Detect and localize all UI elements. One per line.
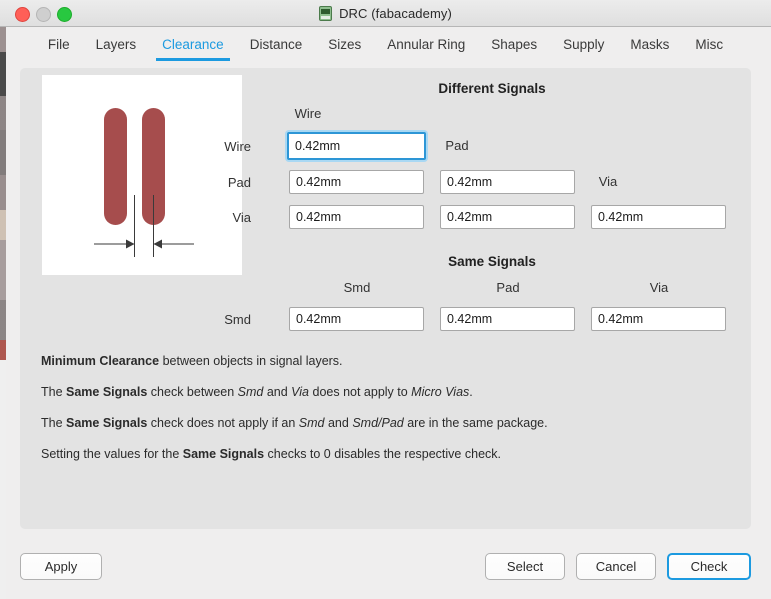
same-col-header-via: Via xyxy=(649,280,669,295)
same-row-label-smd: Smd xyxy=(224,312,251,327)
description-line-1: Minimum Clearance between objects in sig… xyxy=(41,354,343,368)
tab-bar: File Layers Clearance Distance Sizes Annular … xyxy=(0,27,771,68)
cancel-button[interactable]: Cancel xyxy=(576,553,656,580)
tab-distance[interactable]: Distance xyxy=(237,27,316,64)
tab-supply[interactable]: Supply xyxy=(550,27,617,64)
different-signals-title: Different Signals xyxy=(438,81,546,96)
drc-board-icon xyxy=(319,6,333,21)
clearance-via-wire-input[interactable] xyxy=(289,205,424,229)
tab-misc[interactable]: Misc xyxy=(682,27,736,64)
description-line-3: The Same Signals check does not apply if… xyxy=(41,416,548,430)
same-col-header-smd: Smd xyxy=(343,280,371,295)
clearance-wire-wire-input[interactable] xyxy=(287,132,426,160)
same-smd-smd-input[interactable] xyxy=(289,307,424,331)
different-col-header-wire: Wire xyxy=(294,106,322,121)
select-button[interactable]: Select xyxy=(485,553,565,580)
tab-file[interactable]: File xyxy=(35,27,83,64)
tab-annular-ring[interactable]: Annular Ring xyxy=(374,27,478,64)
check-button[interactable]: Check xyxy=(667,553,751,580)
same-col-header-pad: Pad xyxy=(496,280,520,295)
titlebar: DRC (fabacademy) xyxy=(0,0,771,27)
content-panel: Different Signals Wire Pad Via Wire Pad … xyxy=(20,68,751,529)
drc-window: DRC (fabacademy) File Layers Clearance Dist… xyxy=(0,0,771,599)
tab-layers[interactable]: Layers xyxy=(83,27,150,64)
clearance-pad-wire-input[interactable] xyxy=(289,170,424,194)
clearance-via-pad-input[interactable] xyxy=(440,205,575,229)
tab-shapes[interactable]: Shapes xyxy=(478,27,550,64)
different-row-label-wire: Wire xyxy=(224,139,251,154)
clearance-via-via-input[interactable] xyxy=(591,205,726,229)
different-row-label-via: Via xyxy=(232,210,251,225)
same-signals-title: Same Signals xyxy=(448,254,536,269)
tab-clearance[interactable]: Clearance xyxy=(149,27,237,64)
clearance-pad-pad-input[interactable] xyxy=(440,170,575,194)
different-row-label-pad: Pad xyxy=(227,175,251,190)
same-smd-via-input[interactable] xyxy=(591,307,726,331)
description-line-4: Setting the values for the Same Signals … xyxy=(41,447,501,461)
background-window-sliver xyxy=(0,0,6,599)
tab-masks[interactable]: Masks xyxy=(617,27,682,64)
same-smd-pad-input[interactable] xyxy=(440,307,575,331)
window-title: DRC (fabacademy) xyxy=(339,6,452,21)
wire-trace-left xyxy=(104,108,127,225)
description-line-2: The Same Signals check between Smd and V… xyxy=(41,385,473,399)
title-wrapper: DRC (fabacademy) xyxy=(0,0,771,27)
tab-sizes[interactable]: Sizes xyxy=(315,27,374,64)
apply-button[interactable]: Apply xyxy=(20,553,102,580)
